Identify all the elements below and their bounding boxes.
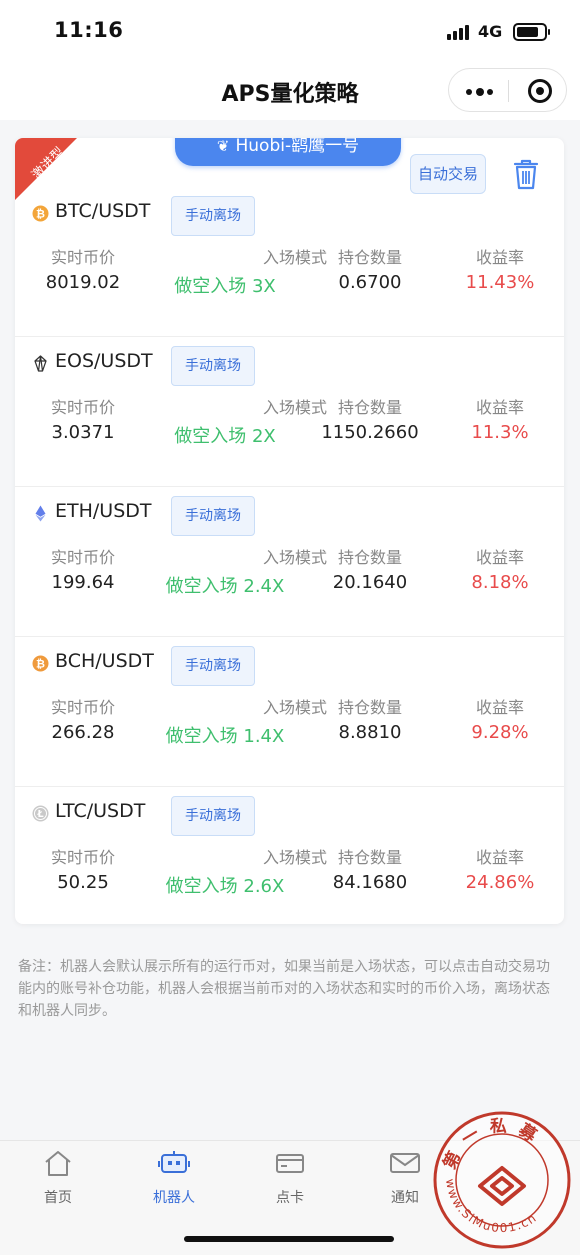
trash-icon[interactable]	[512, 158, 540, 190]
manual-exit-button[interactable]: 手动离场	[171, 496, 255, 536]
qty-label: 持仓数量	[337, 548, 402, 567]
pair-name: BCH/USDT	[55, 650, 154, 672]
svg-text:₿: ₿	[36, 208, 45, 221]
price-value: 266.28	[51, 722, 115, 743]
home-indicator	[184, 1236, 394, 1242]
pair-row: ₿ BTC/USDT 手动离场 实时币价 入场模式 持仓数量 收益率 8019.02 做空入场 …	[15, 196, 564, 346]
yield-value: 8.18%	[471, 572, 529, 593]
qty-label: 持仓数量	[337, 248, 402, 267]
pair-row: EOS/USDT 手动离场 实时币价 入场模式 持仓数量 收益率 3.0371 做空入场 2X…	[15, 346, 564, 496]
position-qty-value: 8.8810	[338, 722, 402, 743]
status-time: 11:16	[54, 18, 124, 42]
entry-mode-value: 做空入场 3X	[174, 276, 276, 297]
manual-exit-button[interactable]: 手动离场	[171, 346, 255, 386]
home-icon	[45, 1151, 71, 1176]
more-dots-icon[interactable]	[466, 88, 494, 96]
risk-badge-label: 激进型	[29, 144, 68, 184]
yield-label: 收益率	[475, 698, 524, 717]
svg-text:Ł: Ł	[36, 809, 43, 820]
status-bar: 11:16 4G	[0, 0, 580, 62]
pair-name: LTC/USDT	[55, 800, 146, 822]
price-label: 实时币价	[50, 248, 115, 267]
position-qty-value: 84.1680	[332, 872, 408, 893]
yield-label: 收益率	[475, 248, 524, 267]
tab-label: 点卡	[276, 1190, 304, 1206]
bitcoin-icon: ₿	[32, 205, 49, 222]
price-value: 8019.02	[45, 272, 121, 293]
pair-name: ETH/USDT	[55, 500, 152, 522]
pair-row: ₿ BCH/USDT 手动离场 实时币价 入场模式 持仓数量 收益率 266.28 做空入场 1…	[15, 646, 564, 796]
row-divider	[15, 336, 564, 337]
position-qty-value: 1150.2660	[321, 422, 419, 443]
row-divider	[15, 786, 564, 787]
position-qty-value: 20.1640	[332, 572, 408, 593]
entry-mode-value: 做空入场 2.4X	[165, 576, 285, 597]
litecoin-icon: Ł	[32, 805, 49, 822]
pair-row: ETH/USDT 手动离场 实时币价 入场模式 持仓数量 收益率 199.64 做空入场 2.…	[15, 496, 564, 646]
ethereum-icon	[32, 505, 49, 522]
qty-label: 持仓数量	[337, 698, 402, 717]
yield-label: 收益率	[475, 848, 524, 867]
yield-value: 24.86%	[465, 872, 535, 893]
close-target-icon[interactable]	[528, 79, 552, 103]
account-tab[interactable]: ❦ Huobi-鹞鹰一号	[175, 138, 401, 166]
entry-mode-value: 做空入场 2X	[174, 426, 276, 447]
price-value: 3.0371	[51, 422, 115, 443]
bitcoin-cash-icon: ₿	[32, 655, 49, 672]
price-label: 实时币价	[50, 398, 115, 417]
battery-icon	[513, 23, 550, 41]
mini-program-capsule	[448, 68, 567, 112]
manual-exit-button[interactable]: 手动离场	[171, 796, 255, 836]
note-text: 备注：机器人会默认展示所有的运行币对，如果当前是入场状态，可以点击自动交易功能内…	[18, 959, 550, 1019]
qty-label: 持仓数量	[337, 398, 402, 417]
row-divider	[15, 486, 564, 487]
price-value: 199.64	[51, 572, 115, 593]
yield-label: 收益率	[475, 548, 524, 567]
eos-icon	[32, 355, 49, 372]
entry-mode-value: 做空入场 1.4X	[165, 726, 285, 747]
pair-row: Ł LTC/USDT 手动离场 实时币价 入场模式 持仓数量 收益率 50.25 做空入场 2.…	[15, 796, 564, 924]
price-label: 实时币价	[50, 698, 115, 717]
tab-robot[interactable]: 机器人	[134, 1149, 214, 1207]
network-type: 4G	[478, 22, 503, 41]
yield-value: 9.28%	[471, 722, 529, 743]
manual-exit-button[interactable]: 手动离场	[171, 196, 255, 236]
cellular-signal-icon	[447, 24, 471, 40]
pair-name: BTC/USDT	[55, 200, 151, 222]
yield-label: 收益率	[475, 398, 524, 417]
qty-label: 持仓数量	[337, 848, 402, 867]
card-icon	[276, 1154, 304, 1173]
robot-card: 激进型 ❦ Huobi-鹞鹰一号 自动交易 ₿ BTC/USDT 手动离场 实时币价 入场…	[15, 138, 564, 924]
yield-value: 11.3%	[471, 422, 529, 443]
tab-home[interactable]: 首页	[18, 1149, 98, 1207]
flame-icon: ❦	[216, 138, 230, 155]
mail-icon	[390, 1153, 420, 1173]
tab-label: 首页	[44, 1190, 72, 1206]
tab-card[interactable]: 点卡	[250, 1149, 330, 1207]
row-divider	[15, 636, 564, 637]
yield-value: 11.43%	[465, 272, 535, 293]
auto-trade-button[interactable]: 自动交易	[410, 154, 486, 194]
nav-bar: APS量化策略	[0, 62, 580, 120]
position-qty-value: 0.6700	[338, 272, 402, 293]
price-value: 50.25	[57, 872, 109, 893]
capsule-divider	[508, 80, 509, 102]
price-label: 实时币价	[50, 848, 115, 867]
manual-exit-button[interactable]: 手动离场	[171, 646, 255, 686]
robot-icon	[158, 1151, 190, 1173]
svg-text:₿: ₿	[36, 658, 45, 671]
account-name: Huobi-鹞鹰一号	[235, 138, 360, 156]
watermark-stamp: 第一私募 www.SiMu001.cn	[433, 1111, 571, 1249]
entry-mode-value: 做空入场 2.6X	[165, 876, 285, 897]
pair-name: EOS/USDT	[55, 350, 153, 372]
tab-label: 机器人	[153, 1190, 195, 1206]
price-label: 实时币价	[50, 548, 115, 567]
